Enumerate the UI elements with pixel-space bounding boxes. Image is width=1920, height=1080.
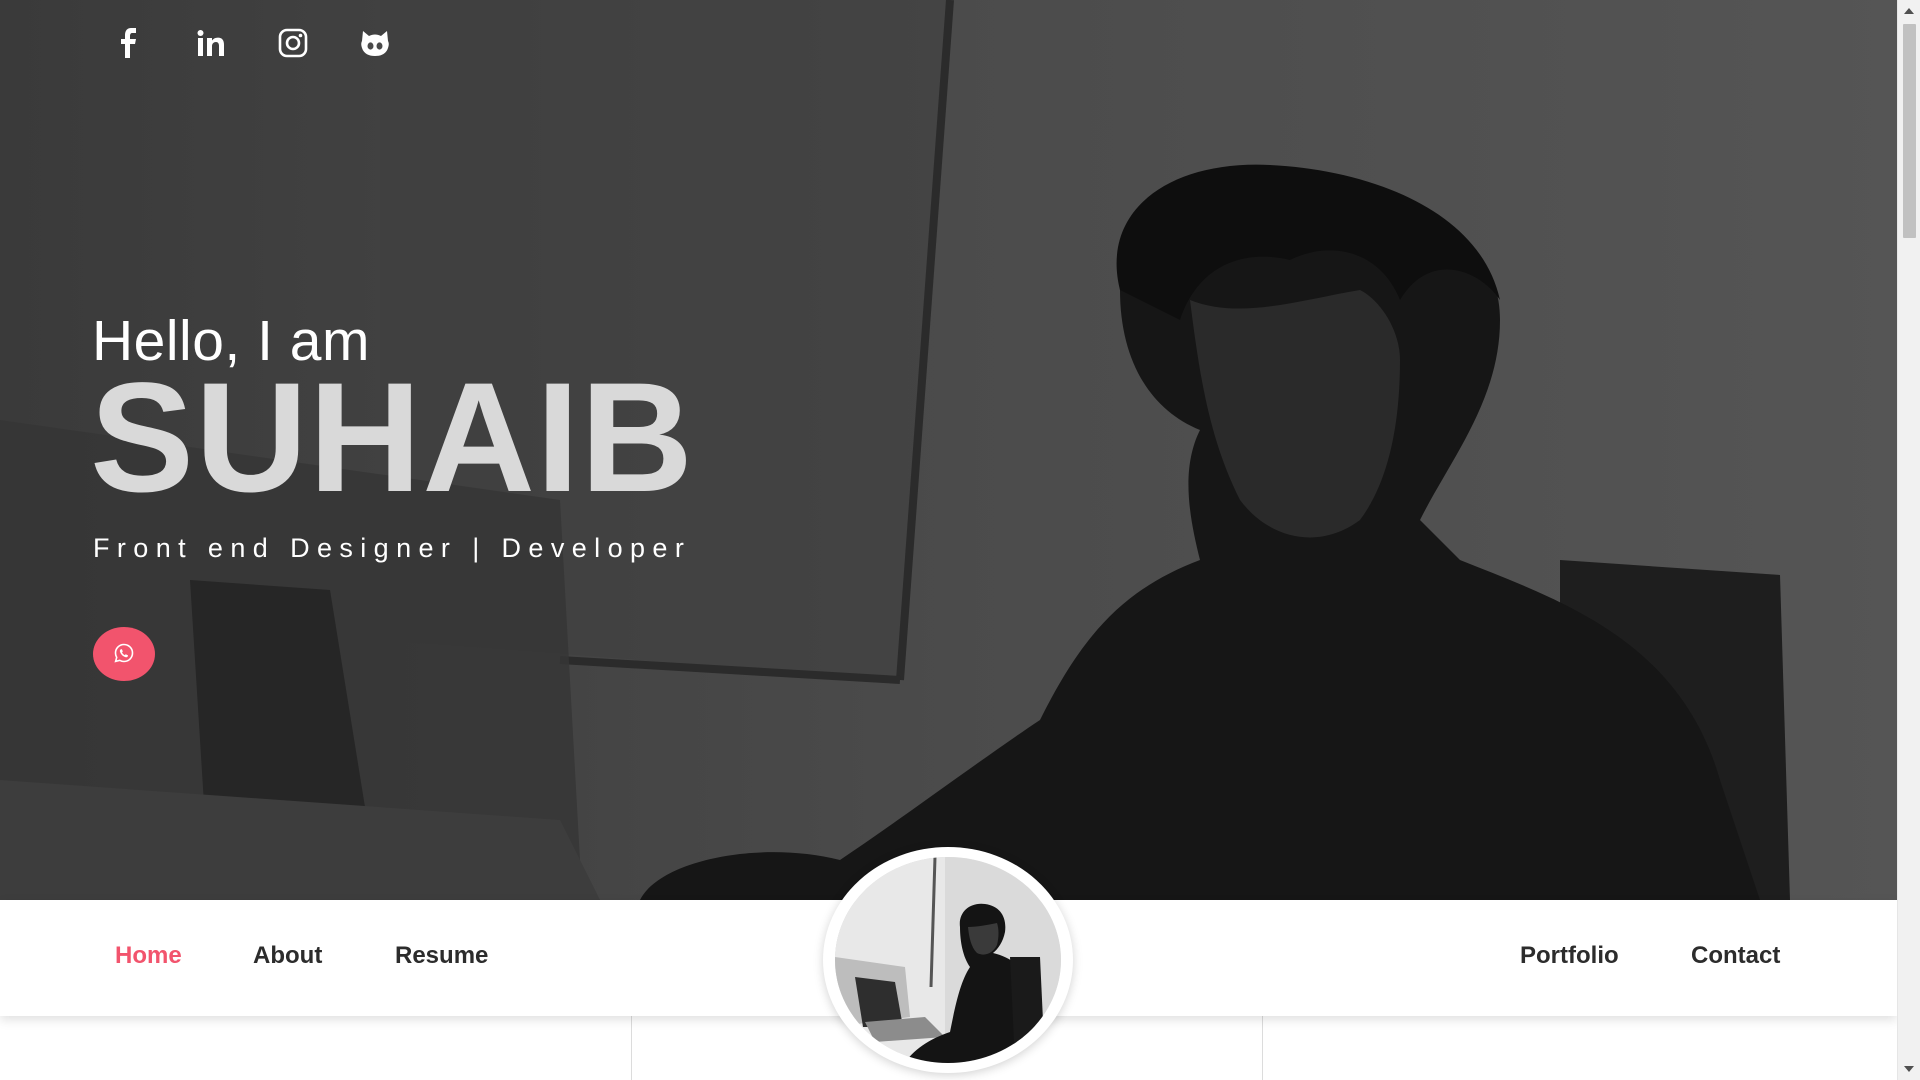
nav-portfolio[interactable]: Portfolio [1520,942,1619,970]
social-links [112,26,392,60]
profile-avatar[interactable] [823,847,1073,1073]
hero-section: Hello, I am SUHAIB Front end Designer | … [0,0,1897,900]
nav-home[interactable]: Home [115,942,182,970]
nav-contact[interactable]: Contact [1691,942,1780,970]
nav-resume[interactable]: Resume [395,942,488,970]
scrollbar-thumb[interactable] [1903,24,1916,238]
linkedin-icon[interactable] [194,26,228,60]
column-divider [1262,1016,1263,1080]
hero-tagline: Front end Designer | Developer [93,533,692,563]
github-icon[interactable] [358,26,392,60]
facebook-icon[interactable] [112,26,146,60]
instagram-icon[interactable] [276,26,310,60]
profile-photo [835,857,1061,1063]
whatsapp-button[interactable] [93,627,155,681]
scroll-down-arrow-icon[interactable] [1904,1066,1914,1072]
whatsapp-icon [114,643,134,666]
hero-name: SUHAIB [90,351,695,525]
column-divider [631,1016,632,1080]
scroll-up-arrow-icon[interactable] [1904,8,1914,14]
page-scrollbar[interactable] [1897,0,1920,1080]
page: Hello, I am SUHAIB Front end Designer | … [0,0,1897,1080]
nav-about[interactable]: About [253,942,322,970]
